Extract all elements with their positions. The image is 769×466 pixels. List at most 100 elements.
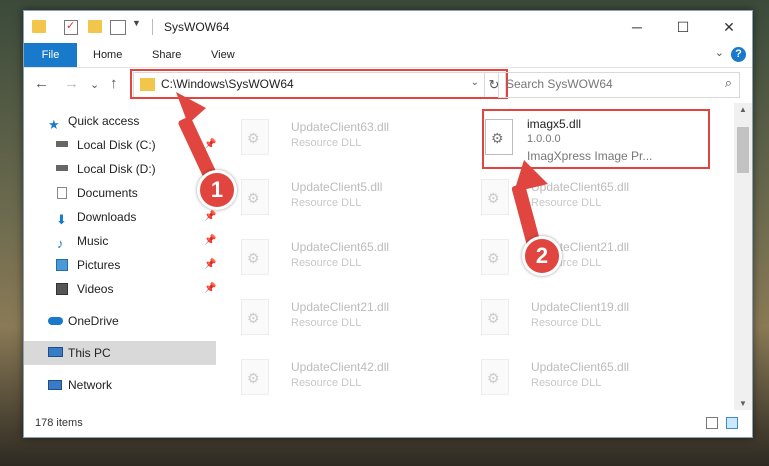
- file-name: UpdateClient65.dll: [531, 360, 630, 374]
- pin-icon[interactable]: 📌: [204, 277, 216, 301]
- drive-icon: [56, 165, 68, 171]
- cloud-icon: [48, 317, 63, 325]
- sidebar-item-local-disk-d[interactable]: Local Disk (D:): [24, 157, 216, 181]
- sidebar-item-label: OneDrive: [68, 314, 119, 328]
- pictures-icon: [56, 259, 68, 271]
- download-icon: ⬇: [56, 212, 67, 227]
- list-item[interactable]: ⚙ UpdateClient65.dll Resource DLL: [456, 349, 686, 403]
- close-button[interactable]: ✕: [706, 11, 752, 43]
- tab-file[interactable]: File: [24, 43, 77, 67]
- sidebar-item-documents[interactable]: Documents 📌: [24, 181, 216, 205]
- music-icon: ♪: [57, 236, 64, 251]
- step-badge-1: 1: [197, 170, 237, 210]
- list-item[interactable]: ⚙ UpdateClient19.dll Resource DLL: [456, 289, 686, 343]
- computer-icon: [48, 347, 63, 357]
- search-input[interactable]: Search SysWOW64: [506, 77, 613, 91]
- file-type: Resource DLL: [531, 197, 602, 209]
- sidebar-item-label: Local Disk (D:): [77, 162, 156, 176]
- arrow-head-1-icon: [176, 92, 206, 124]
- pin-icon[interactable]: 📌: [204, 229, 216, 253]
- dll-file-icon: ⚙: [241, 179, 269, 215]
- sidebar-item-label: Music: [77, 234, 109, 248]
- window-title: SysWOW64: [164, 20, 230, 34]
- step-badge-2: 2: [522, 236, 562, 276]
- maximize-button[interactable]: ☐: [660, 11, 706, 43]
- sidebar-item-pictures[interactable]: Pictures 📌: [24, 253, 216, 277]
- dll-file-icon: ⚙: [241, 299, 269, 335]
- sidebar-item-network[interactable]: Network: [24, 373, 216, 397]
- sidebar-item-this-pc[interactable]: This PC: [24, 341, 216, 365]
- list-item[interactable]: ⚙ UpdateClient21.dll Resource DLL: [216, 289, 446, 343]
- scroll-up-icon[interactable]: ▲: [739, 105, 747, 114]
- dll-file-icon: ⚙: [241, 359, 269, 395]
- properties-icon[interactable]: ✓: [64, 20, 78, 35]
- search-icon[interactable]: ⌕: [725, 75, 732, 91]
- recent-locations-button[interactable]: ⌄: [90, 78, 99, 91]
- sidebar-item-label: Documents: [77, 186, 138, 200]
- sidebar-item-label: Videos: [77, 282, 114, 296]
- forward-button[interactable]: →: [64, 75, 79, 92]
- file-name: UpdateClient5.dll: [291, 180, 383, 194]
- folder-icon: [32, 20, 46, 33]
- dll-file-icon: ⚙: [241, 119, 269, 155]
- list-item[interactable]: ⚙ UpdateClient65.dll Resource DLL: [216, 229, 446, 283]
- arrow-head-2-icon: [514, 160, 548, 192]
- tab-home[interactable]: Home: [93, 43, 122, 67]
- documents-icon: [57, 187, 67, 199]
- sidebar-item-onedrive[interactable]: OneDrive: [24, 309, 216, 333]
- navigation-bar: ← → ⌄ ↑ C:\Windows\SysWOW64 ⌄ ↻ Search S…: [24, 68, 752, 102]
- navigation-pane: ★ Quick access Local Disk (C:) 📌 Local D…: [24, 103, 216, 410]
- list-item[interactable]: ⚙ UpdateClient21.dll Resource DLL: [456, 229, 686, 283]
- file-name: UpdateClient63.dll: [291, 120, 390, 134]
- sidebar-item-videos[interactable]: Videos 📌: [24, 277, 216, 301]
- file-name: UpdateClient42.dll: [291, 360, 390, 374]
- toolbar-divider: [152, 19, 153, 35]
- list-item[interactable]: ⚙ UpdateClient63.dll Resource DLL: [216, 109, 446, 163]
- scroll-down-icon[interactable]: ▼: [739, 399, 747, 408]
- item-count: 178 items: [35, 417, 83, 429]
- star-icon: ★: [48, 117, 60, 132]
- list-item[interactable]: ⚙ UpdateClient42.dll Resource DLL: [216, 349, 446, 403]
- sidebar-item-label: This PC: [68, 346, 111, 360]
- drive-icon: [56, 141, 68, 147]
- expand-ribbon-icon[interactable]: ⌄: [715, 46, 724, 59]
- ribbon-tabs: File Home Share View ⌄ ?: [24, 43, 752, 68]
- tab-share[interactable]: Share: [152, 43, 181, 67]
- help-icon[interactable]: ?: [731, 47, 746, 62]
- network-icon: [48, 380, 62, 390]
- file-type: Resource DLL: [531, 317, 602, 329]
- back-button[interactable]: ←: [34, 75, 49, 92]
- title-bar: ✓ ▼ SysWOW64 ─ ☐ ✕: [24, 11, 752, 43]
- dll-file-icon: ⚙: [481, 299, 509, 335]
- scrollbar-thumb[interactable]: [737, 127, 749, 173]
- file-type: Resource DLL: [291, 317, 362, 329]
- sidebar-item-music[interactable]: ♪ Music 📌: [24, 229, 216, 253]
- up-button[interactable]: ↑: [110, 75, 118, 92]
- vertical-scrollbar[interactable]: ▲ ▼: [734, 103, 752, 410]
- file-explorer-window: ✓ ▼ SysWOW64 ─ ☐ ✕ File Home Share View …: [23, 10, 753, 438]
- minimize-button[interactable]: ─: [614, 11, 660, 43]
- file-type: Resource DLL: [291, 257, 362, 269]
- file-name: UpdateClient21.dll: [291, 300, 390, 314]
- sidebar-item-label: Network: [68, 378, 113, 392]
- details-view-icon[interactable]: [706, 417, 718, 429]
- chevron-down-icon[interactable]: ▼: [132, 18, 146, 31]
- dll-file-icon: ⚙: [241, 239, 269, 275]
- status-bar: 178 items: [24, 411, 752, 437]
- sidebar-item-downloads[interactable]: ⬇ Downloads 📌: [24, 205, 216, 229]
- file-name: UpdateClient19.dll: [531, 300, 630, 314]
- large-icons-view-icon[interactable]: [726, 417, 738, 429]
- pin-icon[interactable]: 📌: [204, 253, 216, 277]
- list-item[interactable]: ⚙ UpdateClient65.dll Resource DLL: [456, 169, 686, 223]
- sidebar-item-label: Local Disk (C:): [77, 138, 156, 152]
- videos-icon: [56, 283, 68, 295]
- tab-view[interactable]: View: [211, 43, 235, 67]
- search-box[interactable]: Search SysWOW64 ⌕: [498, 72, 740, 98]
- dll-file-icon: ⚙: [481, 359, 509, 395]
- list-item[interactable]: ⚙ UpdateClient5.dll Resource DLL: [216, 169, 446, 223]
- file-name: UpdateClient65.dll: [291, 240, 390, 254]
- customize-toolbar-icon[interactable]: [110, 20, 126, 35]
- new-folder-icon[interactable]: [88, 20, 102, 33]
- sidebar-item-label: Pictures: [77, 258, 121, 272]
- dll-file-icon: ⚙: [481, 179, 509, 215]
